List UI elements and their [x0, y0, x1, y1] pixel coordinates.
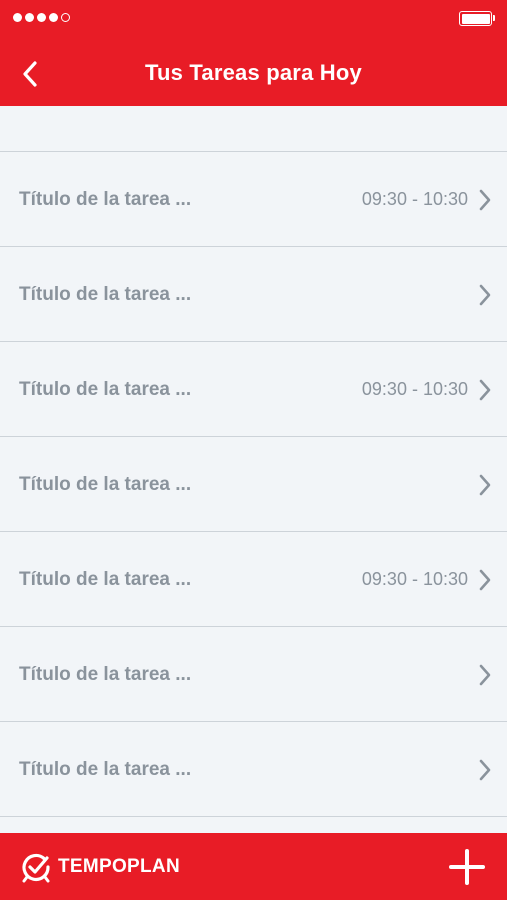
- plus-icon: [449, 849, 485, 885]
- signal-dot: [37, 13, 46, 22]
- task-row[interactable]: Título de la tarea ... 09:30 - 10:30: [0, 342, 507, 437]
- task-title: Título de la tarea ...: [19, 569, 192, 590]
- signal-dot: [61, 13, 70, 22]
- chevron-right-icon: [479, 664, 491, 686]
- brand-logo: TEMPOPLAN: [20, 851, 180, 883]
- task-title: Título de la tarea ...: [19, 284, 192, 305]
- app-header: Tus Tareas para Hoy: [0, 0, 507, 106]
- task-title: Título de la tarea ...: [19, 759, 192, 780]
- task-row[interactable]: Título de la tarea ... 09:30 - 10:30: [0, 532, 507, 627]
- chevron-right-icon: [479, 569, 491, 591]
- task-time: 09:30 - 10:30: [361, 189, 468, 209]
- brand-name: TEMPOPLAN: [58, 856, 180, 877]
- task-row[interactable]: Título de la tarea ...: [0, 247, 507, 342]
- task-row[interactable]: Título de la tarea ...: [0, 627, 507, 722]
- task-row[interactable]: Título de la tarea ... 09:30 - 10:30: [0, 152, 507, 247]
- task-title: Título de la tarea ...: [19, 379, 192, 400]
- task-title: Título de la tarea ...: [19, 664, 192, 685]
- check-circle-icon: [22, 853, 50, 883]
- signal-dot: [25, 13, 34, 22]
- chevron-right-icon: [479, 474, 491, 496]
- chevron-right-icon: [479, 379, 491, 401]
- chevron-right-icon: [479, 284, 491, 306]
- chevron-right-icon: [479, 189, 491, 211]
- signal-dot: [13, 13, 22, 22]
- add-task-button[interactable]: [449, 849, 485, 885]
- chevron-right-icon: [479, 759, 491, 781]
- battery-icon: [459, 11, 492, 26]
- status-bar: [0, 0, 507, 36]
- signal-dot: [49, 13, 58, 22]
- task-row[interactable]: Título de la tarea ...: [0, 437, 507, 532]
- task-title: Título de la tarea ...: [19, 189, 192, 210]
- battery-tip: [493, 15, 495, 21]
- bottom-bar: TEMPOPLAN: [0, 833, 507, 900]
- task-list: Título de la tarea ... 09:30 - 10:30 Títul…: [0, 106, 507, 817]
- signal-strength-icon: [13, 13, 70, 22]
- battery-level: [461, 13, 490, 24]
- task-time: 09:30 - 10:30: [361, 379, 468, 399]
- task-row[interactable]: Título de la tarea ...: [0, 722, 507, 817]
- task-time: 09:30 - 10:30: [361, 569, 468, 589]
- list-header-spacer: [0, 106, 507, 152]
- page-title: Tus Tareas para Hoy: [145, 60, 362, 85]
- task-title: Título de la tarea ...: [19, 474, 192, 495]
